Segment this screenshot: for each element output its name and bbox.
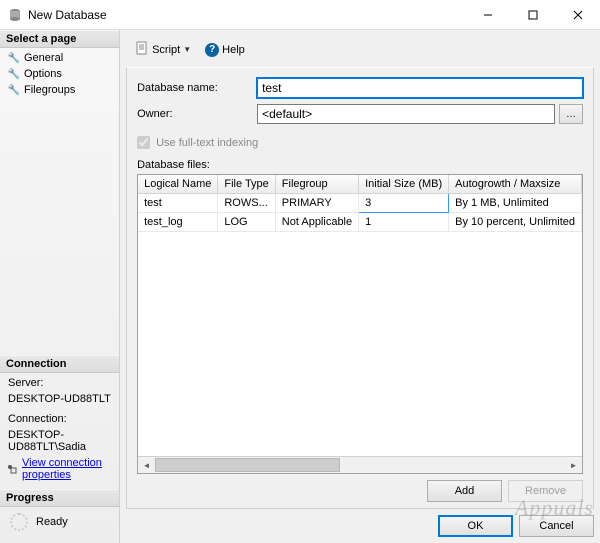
toolbar: Script ▼ ? Help [126, 36, 594, 67]
spinner-icon [10, 513, 28, 531]
col-logical-name[interactable]: Logical Name [138, 175, 218, 194]
script-label: Script [152, 44, 180, 56]
server-label: Server: [0, 375, 119, 391]
fulltext-checkbox [137, 136, 150, 149]
minimize-button[interactable] [465, 0, 510, 29]
maximize-button[interactable] [510, 0, 555, 29]
help-icon: ? [205, 43, 219, 57]
sidebar-item-filegroups[interactable]: 🔧 Filegroups [0, 82, 119, 98]
cell-autogrowth[interactable]: By 10 percent, Unlimited [449, 213, 582, 232]
add-button[interactable]: Add [427, 480, 502, 502]
link-label: View connection properties [22, 457, 113, 481]
owner-row: Owner: … [137, 104, 583, 124]
dialog-buttons: OK Cancel [126, 509, 594, 537]
wrench-icon: 🔧 [8, 84, 20, 96]
db-name-input[interactable] [257, 78, 583, 98]
table-row[interactable]: test_log LOG Not Applicable 1 By 10 perc… [138, 213, 581, 232]
cell-autogrowth[interactable]: By 1 MB, Unlimited [449, 194, 582, 213]
connection-section: Server: DESKTOP-UD88TLT Connection: DESK… [0, 373, 119, 489]
progress-header: Progress [0, 489, 119, 507]
col-file-type[interactable]: File Type [218, 175, 275, 194]
content-area: Database name: Owner: … Use full-text in… [126, 67, 594, 509]
sidebar-item-label: General [24, 52, 63, 64]
grid-actions: Add Remove [137, 480, 583, 502]
cell-file-type[interactable]: LOG [218, 213, 275, 232]
view-connection-properties-link[interactable]: View connection properties [0, 455, 119, 483]
sidebar-item-label: Filegroups [24, 84, 75, 96]
titlebar: New Database [0, 0, 600, 30]
cell-filegroup[interactable]: PRIMARY [275, 194, 358, 213]
window-title: New Database [28, 8, 465, 22]
wrench-icon: 🔧 [8, 68, 20, 80]
db-name-row: Database name: [137, 78, 583, 98]
help-label: Help [222, 44, 245, 56]
scroll-track[interactable] [155, 457, 565, 473]
ok-button[interactable]: OK [438, 515, 513, 537]
wrench-icon: 🔧 [8, 52, 20, 64]
progress-status: Ready [36, 516, 68, 528]
col-initial-size[interactable]: Initial Size (MB) [359, 175, 449, 194]
horizontal-scrollbar[interactable]: ◄ ► [138, 456, 582, 473]
database-icon [8, 8, 22, 22]
owner-label: Owner: [137, 108, 257, 120]
col-filegroup[interactable]: Filegroup [275, 175, 358, 194]
cancel-button[interactable]: Cancel [519, 515, 594, 537]
page-list: 🔧 General 🔧 Options 🔧 Filegroups [0, 48, 119, 104]
owner-browse-button[interactable]: … [559, 104, 583, 124]
files-grid: Logical Name File Type Filegroup Initial… [137, 174, 583, 474]
connection-value: DESKTOP-UD88TLT\Sadia [0, 427, 119, 455]
files-label: Database files: [137, 159, 583, 171]
sidebar-item-general[interactable]: 🔧 General [0, 50, 119, 66]
cell-filegroup[interactable]: Not Applicable [275, 213, 358, 232]
chevron-down-icon: ▼ [183, 45, 191, 54]
scroll-right-button[interactable]: ► [565, 457, 582, 473]
owner-input[interactable] [257, 104, 555, 124]
files-table[interactable]: Logical Name File Type Filegroup Initial… [138, 175, 582, 232]
properties-icon [6, 463, 18, 475]
progress-status-row: Ready [0, 507, 119, 543]
cell-logical-name[interactable]: test [138, 194, 218, 213]
select-page-header: Select a page [0, 30, 119, 48]
scroll-thumb[interactable] [155, 458, 339, 472]
cell-logical-name[interactable]: test_log [138, 213, 218, 232]
help-button[interactable]: ? Help [200, 40, 250, 60]
close-button[interactable] [555, 0, 600, 29]
scroll-left-button[interactable]: ◄ [138, 457, 155, 473]
window-buttons [465, 0, 600, 29]
script-button[interactable]: Script ▼ [130, 38, 196, 61]
main-panel: Script ▼ ? Help Database name: Owner: … … [120, 30, 600, 543]
connection-label: Connection: [0, 411, 119, 427]
server-value: DESKTOP-UD88TLT [0, 391, 119, 407]
col-autogrowth[interactable]: Autogrowth / Maxsize [449, 175, 582, 194]
sidebar: Select a page 🔧 General 🔧 Options 🔧 File… [0, 30, 120, 543]
script-icon [135, 41, 149, 58]
table-row[interactable]: test ROWS... PRIMARY 3 By 1 MB, Unlimite… [138, 194, 581, 213]
cell-initial-size[interactable]: 1 [359, 213, 449, 232]
fulltext-row: Use full-text indexing [137, 136, 583, 149]
db-name-label: Database name: [137, 82, 257, 94]
cell-initial-size[interactable]: 3 [359, 194, 449, 213]
connection-header: Connection [0, 355, 119, 373]
cell-file-type[interactable]: ROWS... [218, 194, 275, 213]
remove-button: Remove [508, 480, 583, 502]
sidebar-item-label: Options [24, 68, 62, 80]
fulltext-label: Use full-text indexing [156, 137, 258, 149]
sidebar-item-options[interactable]: 🔧 Options [0, 66, 119, 82]
